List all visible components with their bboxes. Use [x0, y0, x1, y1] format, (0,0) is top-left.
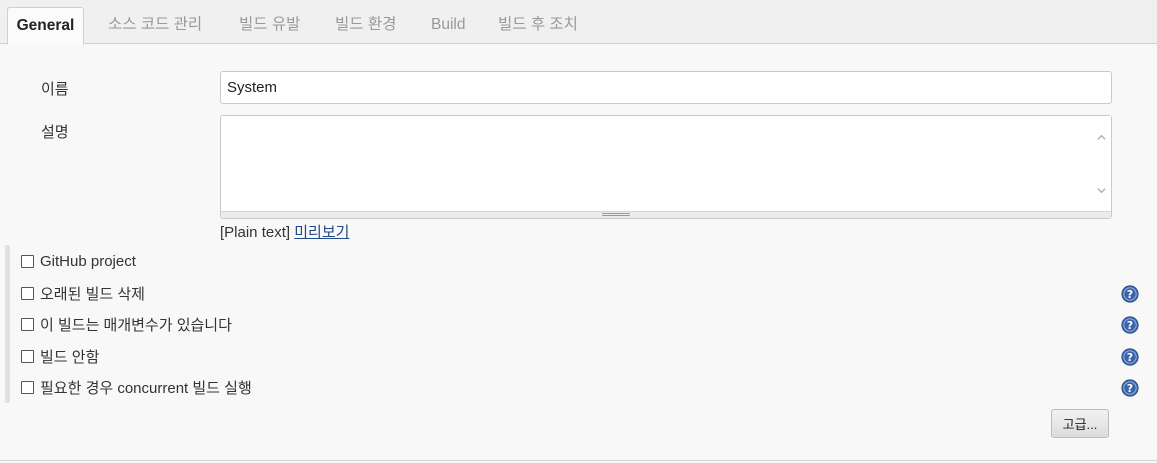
disable-build-checkbox[interactable]	[21, 349, 34, 363]
tab-build-environment[interactable]: 빌드 환경	[335, 6, 396, 44]
name-input[interactable]	[220, 71, 1112, 104]
svg-text:?: ?	[1127, 288, 1133, 301]
option-concurrent-builds[interactable]: 필요한 경우 concurrent 빌드 실행	[21, 376, 252, 398]
description-preview-row: [Plain text] 미리보기	[220, 221, 349, 242]
config-tab-bar: General 소스 코드 관리 빌드 유발 빌드 환경 Build 빌드 후 …	[0, 0, 1157, 45]
concurrent-builds-checkbox[interactable]	[21, 380, 34, 394]
tab-build-triggers[interactable]: 빌드 유발	[239, 6, 300, 44]
option-label: 이 빌드는 매개변수가 있습니다	[40, 316, 232, 334]
tab-source-code-management[interactable]: 소스 코드 관리	[108, 6, 202, 44]
plain-text-label: [Plain text]	[220, 224, 291, 241]
github-project-checkbox[interactable]	[21, 254, 34, 268]
description-textarea[interactable]	[221, 116, 1093, 212]
help-icon[interactable]: ?	[1121, 285, 1139, 303]
name-label: 이름	[41, 81, 69, 98]
parameterized-checkbox[interactable]	[21, 317, 34, 331]
scroll-down-icon[interactable]	[1097, 186, 1106, 195]
help-icon[interactable]: ?	[1121, 316, 1139, 334]
options-section-marker	[5, 245, 10, 403]
textarea-resize-grip[interactable]	[221, 211, 1111, 218]
help-icon[interactable]: ?	[1121, 379, 1139, 397]
scroll-up-icon[interactable]	[1097, 133, 1106, 142]
option-label: 필요한 경우 concurrent 빌드 실행	[40, 379, 252, 397]
tab-build[interactable]: Build	[431, 6, 465, 44]
preview-link[interactable]: 미리보기	[294, 224, 349, 241]
description-label: 설명	[41, 124, 69, 141]
advanced-button[interactable]: 고급...	[1051, 409, 1109, 438]
option-github-project[interactable]: GitHub project	[21, 250, 136, 272]
help-icon[interactable]: ?	[1121, 348, 1139, 366]
option-discard-old-builds[interactable]: 오래된 빌드 삭제	[21, 282, 145, 304]
tab-general[interactable]: General	[7, 7, 84, 45]
option-label: 빌드 안함	[40, 348, 100, 366]
svg-text:?: ?	[1127, 319, 1133, 332]
svg-text:?: ?	[1127, 382, 1133, 395]
svg-text:?: ?	[1127, 351, 1133, 364]
description-field	[220, 115, 1112, 219]
option-parameterized[interactable]: 이 빌드는 매개변수가 있습니다	[21, 313, 232, 335]
option-label: GitHub project	[40, 252, 136, 270]
grip-handle-icon	[602, 213, 630, 216]
tab-post-build-actions[interactable]: 빌드 후 조치	[498, 6, 578, 44]
discard-old-builds-checkbox[interactable]	[21, 286, 34, 300]
description-scrollbar[interactable]	[1093, 116, 1111, 213]
option-disable-build[interactable]: 빌드 안함	[21, 345, 99, 367]
section-divider	[0, 460, 1157, 461]
option-label: 오래된 빌드 삭제	[40, 285, 145, 303]
